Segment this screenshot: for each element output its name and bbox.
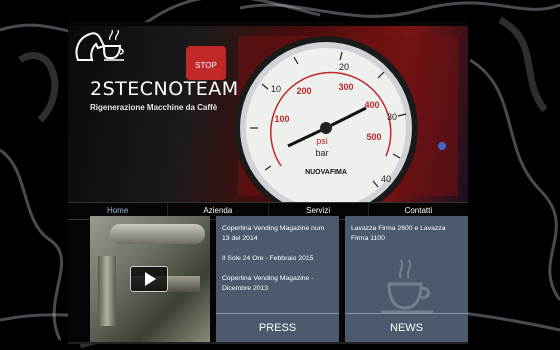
hero-banner: STOP 10 20 30 40 100 200 300 400 500 psi… bbox=[68, 26, 468, 202]
press-item[interactable]: Il Sole 24 Ore - Febbraio 2015 bbox=[222, 254, 333, 264]
content-panels: Copertina Vending Magazine num 13 del 20… bbox=[90, 216, 468, 342]
press-panel: Copertina Vending Magazine num 13 del 20… bbox=[216, 216, 339, 342]
gauge-psi-400: 400 bbox=[364, 100, 379, 110]
press-list: Copertina Vending Magazine num 13 del 20… bbox=[216, 216, 339, 294]
stop-label: STOP bbox=[195, 61, 217, 70]
gauge-label-40: 40 bbox=[381, 174, 391, 184]
news-panel: Lavazza Firma 2600 e Lavazza Firma 1100 … bbox=[345, 216, 468, 342]
gauge-maker: NUOVAFIMA bbox=[305, 169, 347, 176]
machine-pipe bbox=[110, 224, 205, 244]
brand-tagline: Rigenerazione Macchine da Caffè bbox=[90, 103, 218, 112]
gauge-label-20: 20 bbox=[339, 62, 349, 72]
coffee-cup-icon bbox=[381, 259, 433, 314]
play-icon[interactable] bbox=[130, 266, 168, 292]
press-item[interactable]: Copertina Vending Magazine num 13 del 20… bbox=[222, 224, 333, 244]
video-thumbnail[interactable] bbox=[90, 216, 210, 342]
gauge-label-30: 30 bbox=[387, 112, 397, 122]
news-list: Lavazza Firma 2600 e Lavazza Firma 1100 bbox=[345, 216, 468, 244]
gauge-unit-bar: bar bbox=[315, 148, 328, 158]
news-footer-link[interactable]: NEWS bbox=[345, 313, 468, 342]
site-frame: STOP 10 20 30 40 100 200 300 400 500 psi… bbox=[68, 22, 468, 344]
press-item[interactable]: Copertina Vending Magazine - Dicembre 20… bbox=[222, 274, 333, 294]
machine-pipe bbox=[98, 256, 116, 326]
divider bbox=[68, 342, 468, 344]
horse-head-coffee-cup-icon bbox=[75, 29, 124, 61]
press-footer-link[interactable]: PRESS bbox=[216, 313, 339, 342]
gauge-label-10: 10 bbox=[271, 84, 281, 94]
gauge-psi-500: 500 bbox=[366, 132, 381, 142]
gauge-psi-200: 200 bbox=[296, 86, 311, 96]
gauge-unit-psi: psi bbox=[316, 136, 328, 146]
pressure-gauge-image: STOP 10 20 30 40 100 200 300 400 500 psi… bbox=[186, 36, 458, 202]
brand-name[interactable]: 2STECNOTEAM bbox=[90, 78, 239, 100]
gauge-psi-100: 100 bbox=[274, 114, 289, 124]
news-item[interactable]: Lavazza Firma 2600 e Lavazza Firma 1100 bbox=[351, 224, 462, 244]
gauge-psi-300: 300 bbox=[338, 82, 353, 92]
